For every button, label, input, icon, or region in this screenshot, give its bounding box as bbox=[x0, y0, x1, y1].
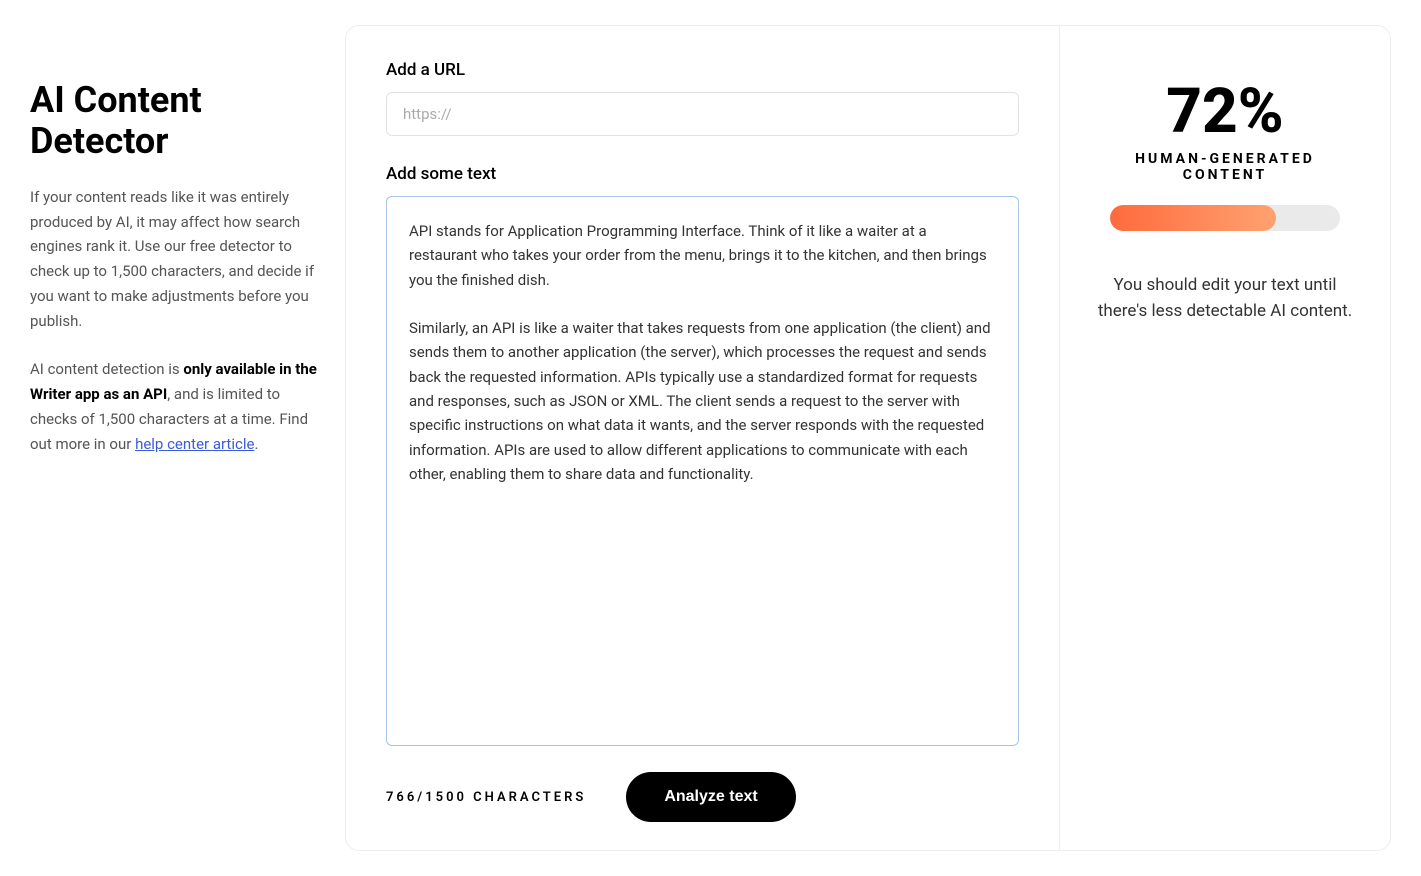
app-container: AI Content Detector If your content read… bbox=[0, 0, 1421, 876]
analyze-button[interactable]: Analyze text bbox=[626, 772, 795, 822]
url-input[interactable] bbox=[386, 92, 1019, 136]
help-center-link[interactable]: help center article bbox=[135, 435, 254, 453]
input-column: Add a URL Add some text 766/1500 CHARACT… bbox=[346, 26, 1060, 850]
page-title: AI Content Detector bbox=[30, 80, 325, 163]
bottom-row: 766/1500 CHARACTERS Analyze text bbox=[386, 746, 1019, 822]
text-input[interactable] bbox=[386, 196, 1019, 746]
score-percentage: 72% bbox=[1090, 81, 1360, 143]
sidebar: AI Content Detector If your content read… bbox=[30, 25, 325, 851]
character-count: 766/1500 CHARACTERS bbox=[386, 790, 586, 805]
progress-bar bbox=[1110, 205, 1340, 231]
result-column: 72% HUMAN-GENERATED CONTENT You should e… bbox=[1060, 26, 1390, 850]
text-label: Add some text bbox=[386, 164, 1019, 184]
sidebar-description-2: AI content detection is only available i… bbox=[30, 357, 325, 456]
result-advice: You should edit your text until there's … bbox=[1090, 273, 1360, 324]
url-label: Add a URL bbox=[386, 60, 1019, 80]
score-label: HUMAN-GENERATED CONTENT bbox=[1090, 151, 1360, 183]
sidebar-text-pre: AI content detection is bbox=[30, 360, 183, 378]
progress-fill bbox=[1110, 205, 1276, 231]
sidebar-description-1: If your content reads like it was entire… bbox=[30, 185, 325, 334]
sidebar-text-post: . bbox=[254, 435, 258, 453]
main-panel: Add a URL Add some text 766/1500 CHARACT… bbox=[345, 25, 1391, 851]
